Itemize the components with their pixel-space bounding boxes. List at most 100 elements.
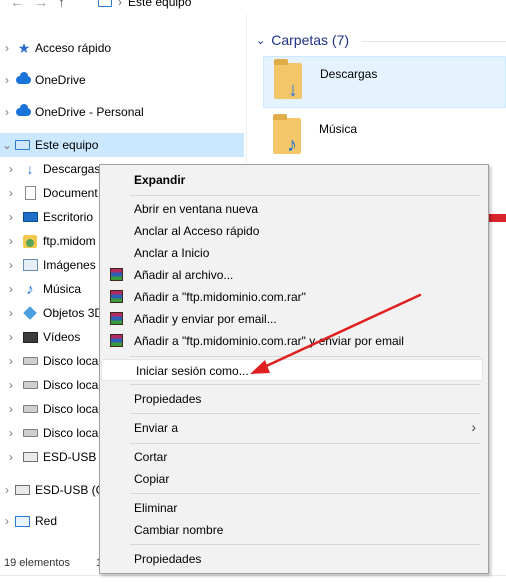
menu-item-iniciar-sesion[interactable]: Iniciar sesión como... [101,359,483,381]
menu-item-enviar-a[interactable]: Enviar a › [100,417,488,439]
up-arrow-icon[interactable]: ↑ [58,0,65,9]
menu-separator [130,443,480,444]
computer-icon [14,138,30,152]
chevron-right-icon[interactable]: › [6,450,16,464]
chevron-down-icon[interactable]: ⌄ [256,34,265,47]
chevron-right-icon[interactable]: › [2,41,12,55]
group-header-carpetas[interactable]: ⌄ Carpetas (7) [256,32,349,48]
folder-label: Descargas [320,67,378,81]
cloud-icon [15,104,31,119]
menu-separator [130,413,480,414]
context-menu: Expandir Abrir en ventana nueva Anclar a… [99,164,489,574]
menu-item-label: Iniciar sesión como... [136,364,249,378]
bottom-edge [0,575,506,583]
menu-item-copiar[interactable]: Copiar [100,468,488,490]
group-title: Carpetas (7) [271,32,350,48]
chevron-right-icon[interactable]: › [2,73,12,87]
sidebar-item-acceso-rapido[interactable]: › ★ Acceso rápido [0,36,244,60]
status-item-count: 19 elementos [4,557,71,569]
sidebar-item-label: OneDrive - Personal [35,105,144,119]
menu-separator [130,544,480,545]
desktop-icon [22,210,38,224]
pictures-icon [22,258,38,272]
menu-separator [130,195,480,196]
sidebar-item-label: Document [43,186,98,200]
menu-item-label: Copiar [134,472,170,486]
winrar-icon [110,312,123,325]
menu-item-anclar-acceso-rapido[interactable]: Anclar al Acceso rápido [100,220,488,242]
hard-drive-icon [22,354,38,368]
menu-item-propiedades-2[interactable]: Propiedades [100,548,488,570]
breadcrumb[interactable]: › Este equipo [98,0,191,9]
menu-item-cortar[interactable]: Cortar [100,446,488,468]
folder-tile-musica[interactable]: ♪ Música [263,112,506,164]
chevron-right-icon[interactable]: › [6,426,16,440]
chevron-right-icon[interactable]: › [6,354,16,368]
menu-item-label: Cambiar nombre [134,523,224,537]
computer-icon [98,0,112,7]
chevron-right-icon[interactable]: › [2,105,12,119]
sidebar-item-onedrive[interactable]: › OneDrive [0,68,244,92]
submenu-arrow-icon: › [471,419,476,435]
menu-item-anclar-inicio[interactable]: Anclar a Inicio [100,242,488,264]
sidebar-item-label: Disco local [43,402,102,416]
chevron-right-icon[interactable]: › [6,330,16,344]
chevron-right-icon[interactable]: › [6,258,16,272]
chevron-right-icon[interactable]: › [6,234,16,248]
group-divider [362,41,506,42]
chevron-right-icon[interactable]: › [6,186,16,200]
folder-tile-descargas[interactable]: ↓ Descargas [263,56,506,108]
chevron-right-icon[interactable]: › [2,514,12,528]
menu-item-anadir-archivo[interactable]: Añadir al archivo... [100,264,488,286]
music-note-icon: ♪ [287,134,297,156]
chevron-right-icon[interactable]: › [6,306,16,320]
chevron-right-icon[interactable]: › [6,282,16,296]
sidebar-item-label: ESD-USB ( [43,450,104,464]
menu-item-label: Anclar a Inicio [134,246,210,260]
winrar-icon [110,290,123,303]
sidebar-item-label: Objetos 3D [43,306,104,320]
menu-item-anadir-enviar-email[interactable]: Añadir y enviar por email... [100,308,488,330]
star-icon: ★ [17,39,31,56]
menu-item-label: Añadir a "ftp.midominio.com.rar" y envia… [134,334,404,348]
menu-item-label: Propiedades [134,552,202,566]
breadcrumb-item[interactable]: Este equipo [128,0,191,9]
folder-label: Música [319,122,358,136]
sidebar-item-label: Disco local [43,378,102,392]
menu-item-cambiar-nombre[interactable]: Cambiar nombre [100,519,488,541]
chevron-right-icon[interactable]: › [2,483,12,497]
hard-drive-icon [22,378,38,392]
menu-item-abrir-ventana-nueva[interactable]: Abrir en ventana nueva [100,198,488,220]
partial-item-edge [488,214,506,222]
sidebar-item-label: Música [43,282,82,296]
download-icon: ↓ [26,161,34,177]
chevron-right-icon[interactable]: › [6,210,16,224]
menu-item-anadir-rar[interactable]: Añadir a "ftp.midominio.com.rar" [100,286,488,308]
sidebar-item-label: Escritorio [43,210,94,224]
menu-item-expandir[interactable]: Expandir [100,169,488,191]
breadcrumb-chevron-icon: › [118,0,122,9]
chevron-right-icon[interactable]: › [6,378,16,392]
download-icon: ↓ [288,79,298,101]
menu-separator [130,493,480,494]
menu-item-propiedades[interactable]: Propiedades [100,388,488,410]
usb-drive-icon [14,483,30,497]
address-bar: ← → ↑ › Este equipo [0,0,506,14]
forward-arrow-icon[interactable]: → [34,0,48,9]
hard-drive-icon [22,426,38,440]
sidebar-item-este-equipo[interactable]: ⌄ Este equipo [0,133,244,157]
menu-item-label: Enviar a [134,421,179,435]
chevron-right-icon[interactable]: › [6,402,16,416]
ftp-location-icon [22,234,38,248]
menu-item-label: Anclar al Acceso rápido [134,224,260,238]
chevron-right-icon[interactable]: › [6,162,16,176]
back-arrow-icon[interactable]: ← [10,0,24,9]
network-icon [14,514,30,528]
menu-item-anadir-rar-enviar-email[interactable]: Añadir a "ftp.midominio.com.rar" y envia… [100,330,488,352]
menu-item-eliminar[interactable]: Eliminar [100,497,488,519]
sidebar-item-label: ftp.midom [43,234,96,248]
sidebar-item-label: Vídeos [43,330,81,344]
sidebar-item-onedrive-personal[interactable]: › OneDrive - Personal [0,100,244,124]
chevron-down-icon[interactable]: ⌄ [2,138,12,152]
cube-icon [22,306,38,320]
